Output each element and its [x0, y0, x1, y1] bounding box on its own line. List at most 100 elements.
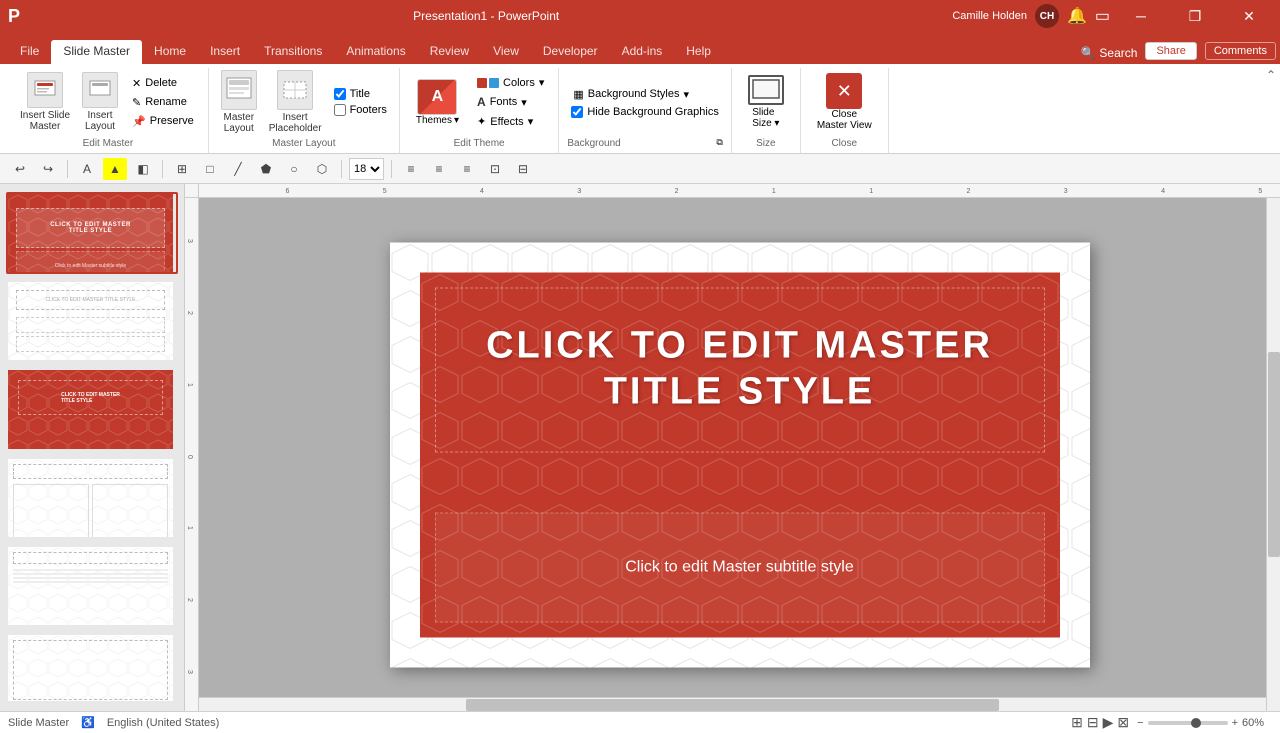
ribbon-toggle-icon[interactable]: ▭ [1095, 6, 1110, 26]
size-group-label: Size [740, 138, 792, 149]
insert-slide-master-button[interactable]: Insert SlideMaster [16, 70, 74, 134]
redo-button[interactable]: ↪ [36, 158, 60, 180]
crop-button[interactable]: ⊟ [511, 158, 535, 180]
shape-button[interactable]: □ [198, 158, 222, 180]
distribute-button[interactable]: ⊡ [483, 158, 507, 180]
scrollbar-vertical[interactable] [1266, 198, 1280, 711]
status-bar: Slide Master ♿ English (United States) ⊞… [0, 711, 1280, 733]
comments-button[interactable]: Comments [1205, 42, 1276, 60]
tab-animations[interactable]: Animations [334, 40, 417, 64]
search-button[interactable]: 🔍 Search [1080, 46, 1137, 60]
zoom-slider[interactable] [1148, 721, 1228, 725]
notification-icon[interactable]: 🔔 [1067, 6, 1087, 26]
scrollbar-thumb-v[interactable] [1268, 352, 1280, 557]
hide-background-checkbox-input[interactable] [571, 106, 583, 118]
tab-insert[interactable]: Insert [198, 40, 252, 64]
title-checkbox-input[interactable] [334, 88, 346, 100]
shapes-gallery[interactable]: ⬟ [254, 158, 278, 180]
rename-button[interactable]: ✎ Rename [126, 94, 200, 111]
connect-button[interactable]: ○ [282, 158, 306, 180]
tab-slide-master[interactable]: Slide Master [51, 40, 142, 64]
slide-thumb-3[interactable]: CLICK TO EDIT MASTERTITLE STYLE [6, 368, 178, 450]
title-placeholder[interactable]: CLICK TO EDIT MASTER TITLE STYLE [435, 287, 1045, 452]
preserve-label: Preserve [150, 115, 194, 127]
arrange-button[interactable]: ⊞ [170, 158, 194, 180]
align-right-button[interactable]: ≡ [455, 158, 479, 180]
title-checkbox[interactable]: Title [330, 87, 391, 101]
slide-thumb-4[interactable] [6, 457, 178, 539]
slide-sorter-button[interactable]: ⊟ [1087, 714, 1099, 731]
slide-size-icon [748, 75, 784, 105]
close-master-view-button[interactable]: ✕ CloseMaster View [809, 69, 880, 135]
normal-view-button[interactable]: ⊞ [1071, 714, 1083, 731]
insert-layout-button[interactable]: InsertLayout [78, 70, 122, 134]
scrollbar-horizontal[interactable] [199, 697, 1266, 711]
collapse-ribbon-button[interactable]: ⌃ [1266, 68, 1276, 82]
title-checkbox-label: Title [350, 88, 370, 100]
slide-thumb-6[interactable] [6, 633, 178, 703]
restore-button[interactable]: ❐ [1172, 0, 1218, 32]
close-master-view-icon: ✕ [826, 73, 862, 109]
slide-canvas[interactable]: CLICK TO EDIT MASTER TITLE STYLE Click t… [390, 242, 1090, 667]
colors-label: Colors [503, 77, 535, 89]
slide-thumb-2[interactable]: CLICK TO EDIT MASTER TITLE STYLE [6, 280, 178, 362]
insert-placeholder-button[interactable]: InsertPlaceholder [265, 68, 326, 136]
minimize-button[interactable]: ─ [1118, 0, 1164, 32]
colors-button[interactable]: Colors ▾ [471, 74, 550, 91]
slide-thumb-1[interactable]: CLICK TO EDIT MASTERTITLE STYLE Click to… [6, 192, 178, 274]
fonts-button[interactable]: A Fonts ▾ [471, 93, 550, 111]
undo-button[interactable]: ↩ [8, 158, 32, 180]
ribbon-group-size: SlideSize ▾ Size [732, 68, 801, 153]
themes-button[interactable]: A Themes ▾ [408, 75, 467, 130]
tab-addins[interactable]: Add-ins [610, 40, 675, 64]
background-expand-icon[interactable]: ⧉ [716, 137, 722, 148]
delete-label: Delete [145, 77, 177, 89]
effects-button[interactable]: ⬡ [310, 158, 334, 180]
scrollbar-thumb-h[interactable] [466, 699, 1000, 711]
subtitle-placeholder[interactable]: Click to edit Master subtitle style [435, 512, 1045, 622]
slide-thumb-inner-6 [8, 635, 173, 703]
zoom-control: − + 60% [1137, 717, 1272, 729]
accessibility-icon[interactable]: ♿ [81, 716, 95, 729]
effects-button[interactable]: ✦ Effects ▾ [471, 113, 550, 130]
ruler-vertical: 3 2 1 0 1 2 3 [185, 198, 199, 711]
background-styles-button[interactable]: ▦ Background Styles ▾ [567, 86, 722, 103]
master-layout-button[interactable]: MasterLayout [217, 68, 261, 136]
highlight-button[interactable]: ▲ [103, 158, 127, 180]
delete-button[interactable]: ✕ Delete [126, 75, 200, 92]
align-center-button[interactable]: ≡ [427, 158, 451, 180]
fill-color-button[interactable]: ◧ [131, 158, 155, 180]
hide-background-checkbox[interactable]: Hide Background Graphics [567, 105, 722, 119]
preserve-button[interactable]: 📌 Preserve [126, 113, 200, 130]
align-left-button[interactable]: ≡ [399, 158, 423, 180]
font-color-button[interactable]: A [75, 158, 99, 180]
tab-review[interactable]: Review [418, 40, 481, 64]
line-button[interactable]: ╱ [226, 158, 250, 180]
slide-size-button[interactable]: SlideSize ▾ [740, 71, 792, 133]
close-content: ✕ CloseMaster View [809, 68, 880, 136]
background-options-col: ▦ Background Styles ▾ Hide Background Gr… [567, 86, 722, 119]
insert-slide-master-icon [27, 72, 63, 108]
footers-checkbox[interactable]: Footers [330, 103, 391, 117]
tab-help[interactable]: Help [674, 40, 723, 64]
footers-checkbox-input[interactable] [334, 104, 346, 116]
zoom-out-button[interactable]: − [1137, 717, 1143, 729]
tab-home[interactable]: Home [142, 40, 198, 64]
presenter-view-button[interactable]: ⊠ [1117, 714, 1129, 731]
tab-view[interactable]: View [481, 40, 531, 64]
fonts-label: Fonts [490, 96, 518, 108]
slide-red-bg: CLICK TO EDIT MASTER TITLE STYLE Click t… [420, 272, 1060, 637]
zoom-level[interactable]: 60% [1242, 717, 1272, 729]
zoom-in-button[interactable]: + [1232, 717, 1238, 729]
share-button[interactable]: Share [1145, 42, 1196, 60]
font-size-select[interactable]: 18 24 36 [349, 158, 384, 180]
slide-thumb-inner-5 [8, 547, 173, 627]
user-avatar[interactable]: CH [1035, 4, 1059, 28]
zoom-slider-thumb [1191, 718, 1201, 728]
tab-file[interactable]: File [8, 40, 51, 64]
close-button[interactable]: ✕ [1226, 0, 1272, 32]
tab-developer[interactable]: Developer [531, 40, 610, 64]
tab-transitions[interactable]: Transitions [252, 40, 334, 64]
slide-thumb-5[interactable] [6, 545, 178, 627]
reading-view-button[interactable]: ▶ [1103, 714, 1114, 731]
